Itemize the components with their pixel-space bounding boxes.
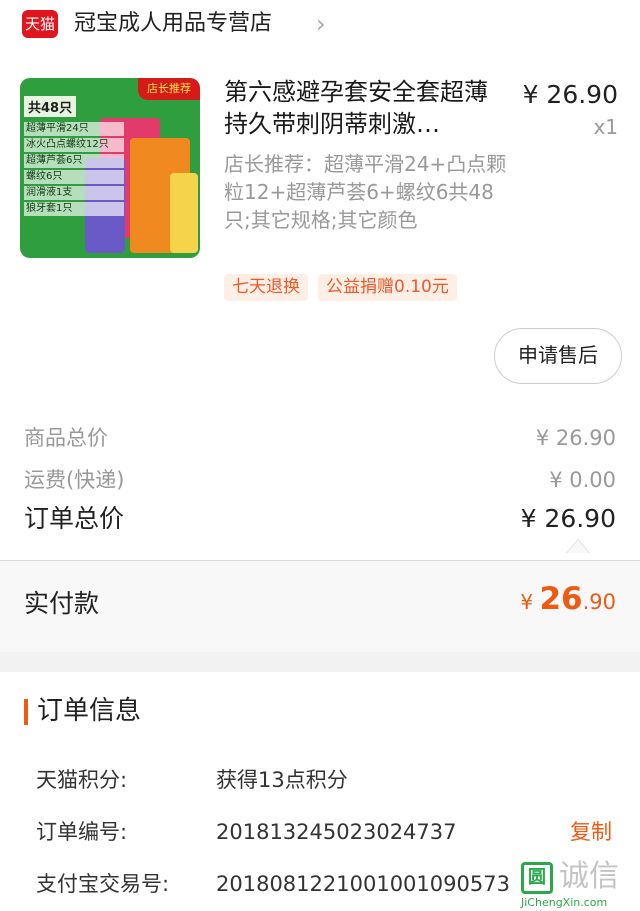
watermark-logo-icon: 圆 [521, 862, 553, 894]
order-total-label: 订单总价 [24, 504, 125, 533]
tmall-logo-icon: 天猫 [22, 10, 58, 38]
service-tags: 七天退换 公益捐赠0.10元 [224, 274, 467, 302]
product-sku: 店长推荐：超薄平滑24+凸点颗粒12+超薄芦荟6+螺纹6共48只;其它规格;其它… [224, 152, 507, 232]
amount-decimal: .90 [582, 590, 616, 614]
site-watermark: 圆 诚信 JiChengXin.com [519, 859, 640, 911]
shop-header[interactable]: 天猫 冠宝成人用品专营店 › [0, 0, 640, 50]
goods-total-label: 商品总价 [24, 426, 108, 450]
info-value: 获得13点积分 [216, 768, 348, 792]
product-quantity: x1 [593, 115, 618, 139]
thumbnail-contents-line: 超薄芦荟6只 [24, 154, 124, 168]
shop-name[interactable]: 冠宝成人用品专营店 [74, 9, 272, 39]
service-tag-return: 七天退换 [224, 274, 308, 301]
amount-integer: 26 [539, 581, 583, 617]
service-tag-donation: 公益捐赠0.10元 [318, 274, 457, 301]
order-total-value: ¥ 26.90 [520, 504, 616, 533]
currency-symbol: ¥ [520, 590, 540, 614]
thumbnail-contents-line: 冰火凸点螺纹12只 [24, 138, 124, 152]
info-label: 订单编号: [36, 820, 128, 844]
thumbnail-contents-list: 超薄平滑24只 冰火凸点螺纹12只 超薄芦荟6只 螺纹6只 润滑液1支 狼牙套1… [24, 122, 124, 218]
product-thumbnail[interactable]: 店长推荐 共48只 超薄平滑24只 冰火凸点螺纹12只 超薄芦荟6只 螺纹6只 … [20, 78, 200, 258]
section-accent-bar [24, 699, 28, 725]
product-price: ¥ 26.90 [522, 80, 618, 109]
product-box-graphic [170, 173, 198, 253]
actual-payment-amount: ¥ 26.90 [520, 581, 616, 617]
actual-payment-label: 实付款 [24, 589, 100, 618]
price-summary: 商品总价 ¥ 26.90 运费(快递) ¥ 0.00 订单总价 ¥ 26.90 [0, 395, 640, 560]
thumbnail-contents-line: 润滑液1支 [24, 186, 124, 200]
alipay-number-value: 2018081221001001090573 [216, 872, 510, 896]
thumbnail-contents-line: 超薄平滑24只 [24, 122, 124, 136]
thumbnail-recommend-tag: 店长推荐 [138, 78, 200, 100]
after-sale-button[interactable]: 申请售后 [494, 328, 622, 384]
actual-payment: 实付款 ¥ 26.90 [0, 560, 640, 652]
shipping-value: ¥ 0.00 [549, 468, 616, 492]
shipping-label: 运费(快递) [24, 468, 125, 492]
info-label: 天猫积分: [36, 768, 128, 792]
product-title[interactable]: 第六感避孕套安全套超薄持久带刺阴蒂刺激… [224, 76, 502, 140]
order-info-title: 订单信息 [37, 696, 142, 726]
goods-total-value: ¥ 26.90 [535, 426, 616, 450]
info-row-points: 天猫积分: 获得13点积分 [36, 764, 616, 796]
copy-order-number-button[interactable]: 复制 [570, 816, 612, 848]
info-row-order-number: 订单编号: 201813245023024737 复制 [36, 816, 616, 848]
thumbnail-total-tag: 共48只 [24, 96, 77, 117]
summary-caret-icon [566, 539, 590, 553]
thumbnail-contents-line: 螺纹6只 [24, 170, 124, 184]
thumbnail-contents-line: 狼牙套1只 [24, 202, 124, 216]
watermark-text: 诚信 [559, 859, 619, 894]
order-number-value: 201813245023024737 [216, 820, 457, 844]
chevron-right-icon[interactable]: › [316, 10, 326, 38]
info-label: 支付宝交易号: [36, 872, 170, 896]
watermark-url: JiChengXin.com [521, 896, 608, 909]
product-card[interactable]: 店长推荐 共48只 超薄平滑24只 冰火凸点螺纹12只 超薄芦荟6只 螺纹6只 … [0, 50, 640, 395]
